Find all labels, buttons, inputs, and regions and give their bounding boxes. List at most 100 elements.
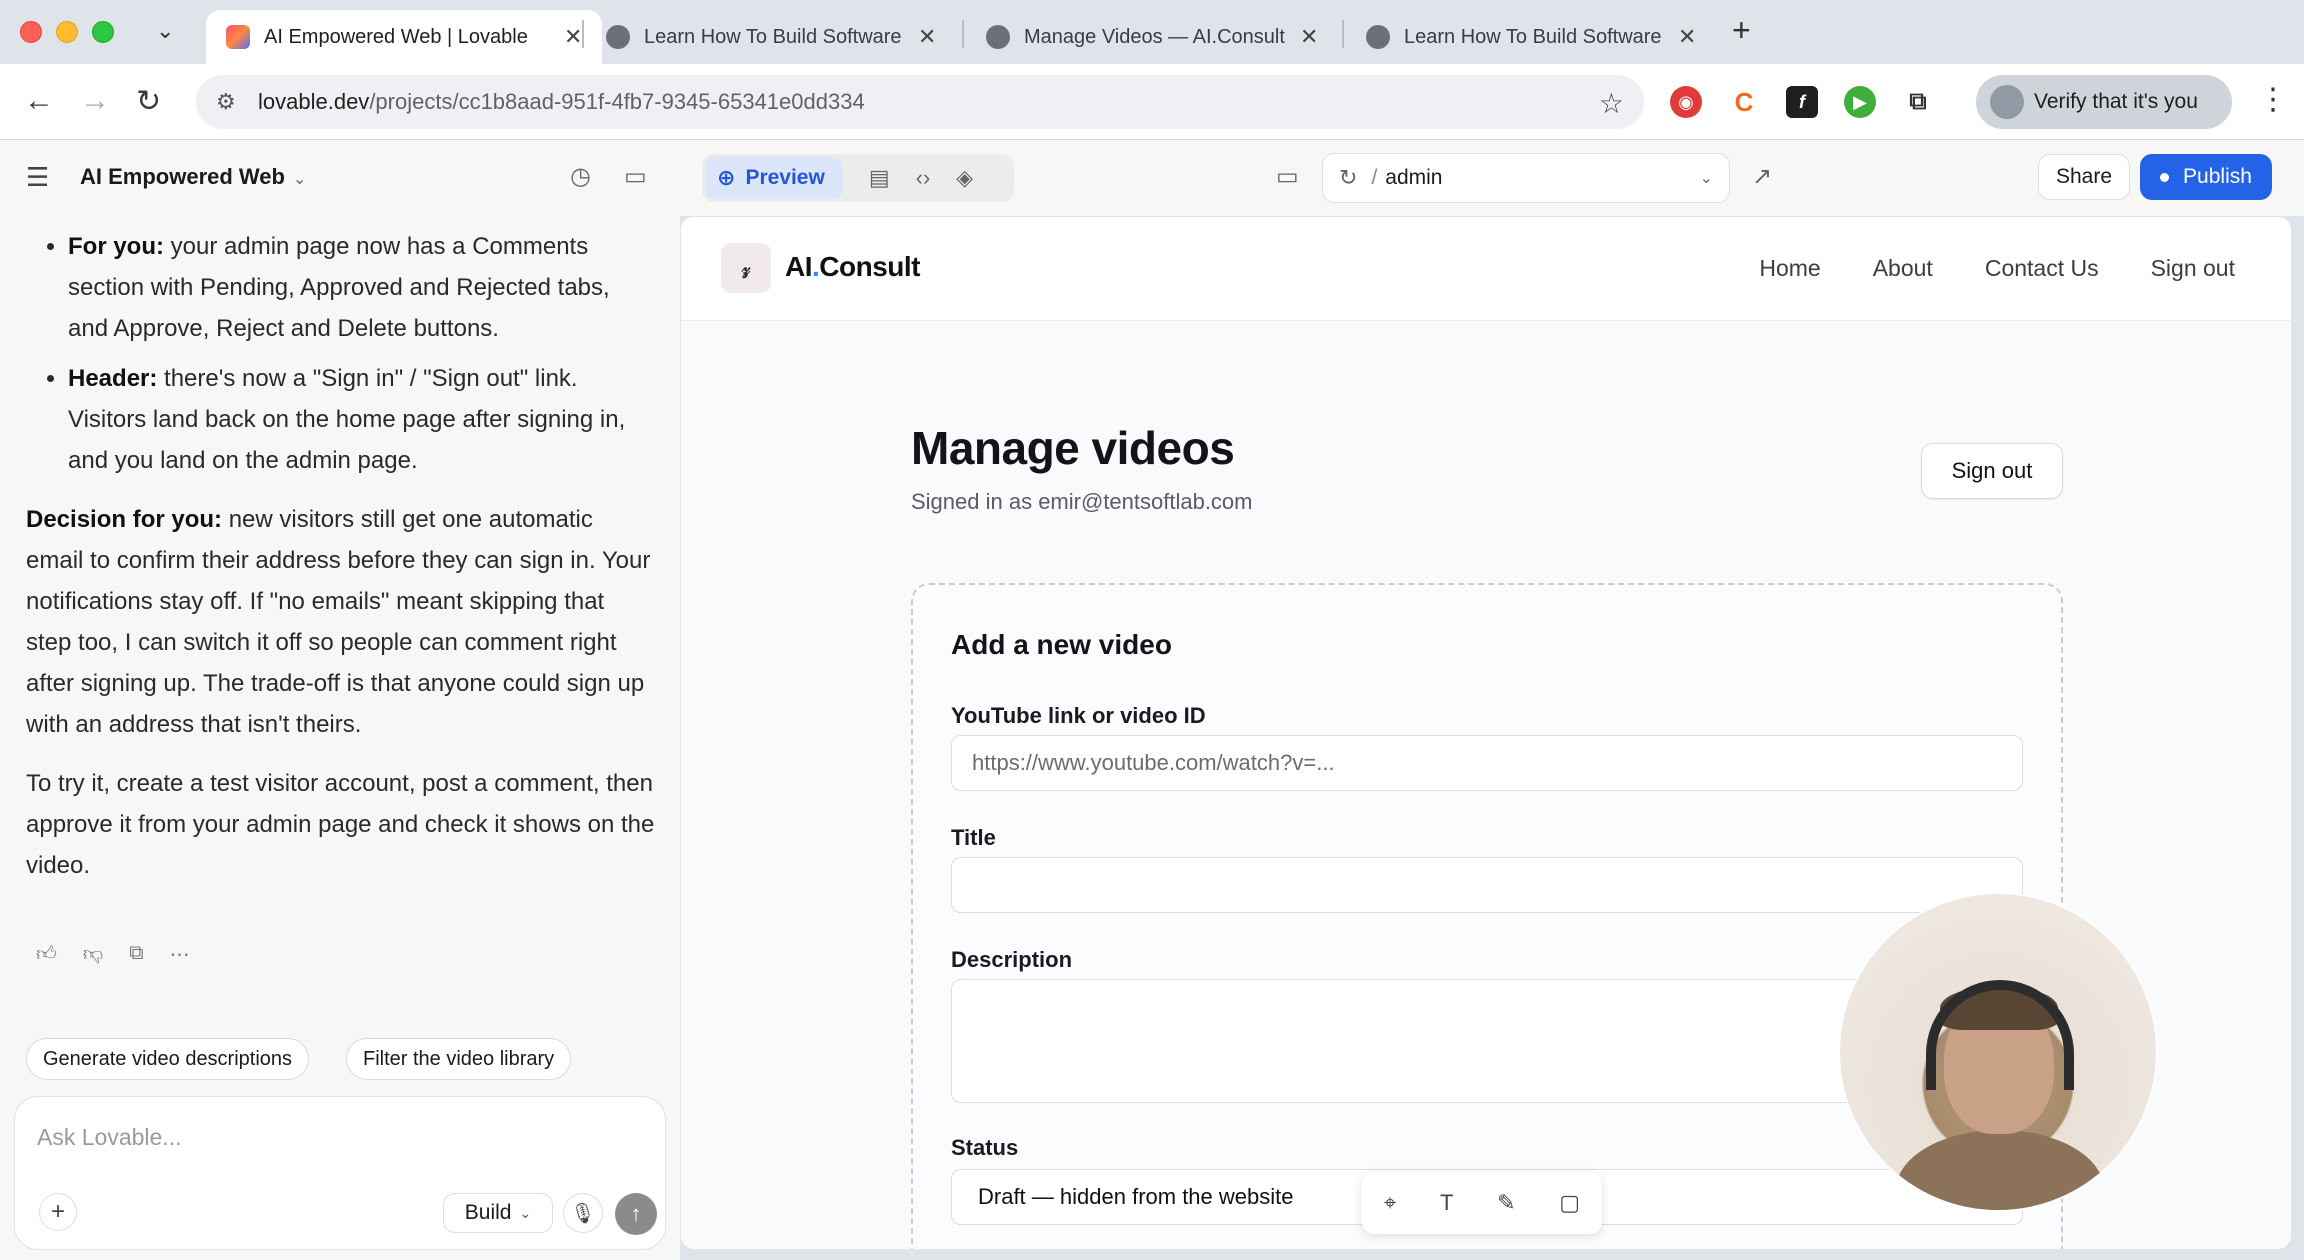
project-switcher[interactable]: AI Empowered Web ⌄ [80,164,306,190]
window-zoom-button[interactable] [92,21,114,43]
copy-icon[interactable]: ⧉ [129,942,143,967]
page-title: Manage videos [911,422,1235,474]
extension-c-icon[interactable]: C [1728,86,1760,118]
nav-home-link[interactable]: Home [1759,255,1820,282]
more-icon[interactable]: ⋯ [170,942,190,967]
comment-icon[interactable]: ▢ [1559,1190,1580,1216]
card-title: Add a new video [951,629,1172,660]
new-tab-plus-icon[interactable]: + [1732,12,1751,49]
refresh-icon[interactable]: ↻ [1339,165,1357,191]
mode-select[interactable]: Build ⌄ [443,1193,553,1233]
chat-input[interactable] [37,1119,637,1155]
site-nav: Home About Contact Us Sign out [1759,255,2235,282]
thumbs-down-icon[interactable]: 👎︎ [83,942,103,967]
bookmark-star-icon[interactable]: ☆ [1599,87,1624,120]
tab-search-chevron-icon[interactable]: ⌄ [156,18,174,44]
extension-play-icon[interactable]: ▶ [1844,86,1876,118]
tab-title: Learn How To Build Software [644,25,902,48]
suggestion-chip[interactable]: Generate video descriptions [26,1038,310,1080]
youtube-label: YouTube link or video ID [951,703,1206,728]
publish-button[interactable]: Publish [2140,154,2272,200]
window-minimize-button[interactable] [56,21,78,43]
list-item: Header: there's now a "Sign in" / "Sign … [68,358,656,481]
site-settings-icon[interactable]: ⚙ [216,89,246,115]
suggestion-chip[interactable]: Filter the video library [346,1038,572,1080]
thumbs-up-icon[interactable]: 👍︎ [36,942,57,967]
tab-preview[interactable]: ⊕ Preview [705,157,843,199]
browser-tab-4[interactable]: Learn How To Build Software ✕ [1346,10,1716,64]
project-name: AI Empowered Web [80,164,285,189]
sign-out-button[interactable]: Sign out [1921,443,2063,499]
signed-in-text: Signed in as emir@tentsoftlab.com [911,489,1253,514]
route-path: admin [1385,166,1443,189]
text-tool-icon[interactable]: T [1440,1190,1453,1216]
view-mode-switcher: ⊕ Preview ▤ ‹› ◈ [702,154,1014,202]
visual-edit-toolbar: ⌖ T ✎ ▢ [1362,1172,1602,1234]
webcam-person-body [1896,1130,2104,1210]
browser-menu-icon[interactable]: ⋮ [2258,82,2288,117]
file-icon[interactable]: ▤ [869,165,890,191]
profile-verify-button[interactable]: Verify that it's you [1976,75,2232,129]
tab-close-icon[interactable]: ✕ [1678,24,1696,50]
globe-icon [986,25,1010,49]
assistant-message: For you: your admin page now has a Comme… [26,226,656,886]
status-label: Status [951,1135,1019,1160]
title-input[interactable] [951,857,2023,913]
chevron-down-icon: ⌄ [1699,170,1713,187]
attach-plus-icon[interactable]: + [39,1193,77,1231]
decision-paragraph: Decision for you: new visitors still get… [26,506,651,738]
tab-close-icon[interactable]: ✕ [564,24,582,50]
nav-contact-link[interactable]: Contact Us [1985,255,2099,282]
title-label: Title [951,825,996,850]
tab-divider [582,20,584,48]
history-icon[interactable]: ◷ [570,162,591,191]
layers-icon[interactable]: ◈ [956,165,973,191]
desktop-view-icon[interactable]: ▭ [1276,162,1299,191]
reload-icon[interactable]: ↻ [136,84,161,119]
browser-tab-1[interactable]: AI Empowered Web | Lovable ✕ [206,10,603,64]
tab-title: Learn How To Build Software [1404,25,1662,48]
tab-title: AI Empowered Web | Lovable [264,25,528,48]
chat-panel: For you: your admin page now has a Comme… [0,216,680,1260]
code-icon[interactable]: ‹› [916,165,931,191]
open-external-icon[interactable]: ↗ [1752,162,1772,191]
tab-title: Manage Videos — AI.Consult [1024,25,1285,48]
tab-close-icon[interactable]: ✕ [1300,24,1318,50]
select-element-icon[interactable]: ⌖ [1384,1190,1396,1216]
site-brand[interactable]: AI.Consult [785,251,920,283]
chat-composer: + Build⌄ 🎙︎ ↑ [14,1096,666,1250]
pencil-icon[interactable]: ✎ [1497,1190,1515,1216]
forward-arrow-icon[interactable]: → [80,84,110,118]
browser-toolbar: ← → ↻ ⚙ lovable.dev/projects/cc1b8aad-95… [0,64,2304,140]
url-text: lovable.dev/projects/cc1b8aad-951f-4fb7-… [258,89,865,114]
window-close-button[interactable] [20,21,42,43]
microphone-icon[interactable]: 🎙︎ [563,1193,603,1233]
sidebar-toggle-icon[interactable]: ▭ [624,162,647,191]
extension-red-eye-icon[interactable]: ◉ [1670,86,1702,118]
tab-divider [1342,20,1344,48]
nav-signout-link[interactable]: Sign out [2151,255,2235,282]
globe-icon: ⊕ [717,165,736,190]
route-selector[interactable]: ↻ / admin ⌄ [1322,153,1730,203]
browser-tab-3[interactable]: Manage Videos — AI.Consult ✕ [966,10,1338,64]
site-header: 𝓏 AI.Consult Home About Contact Us Sign … [681,217,2291,321]
youtube-input[interactable]: https://www.youtube.com/watch?v=... [951,735,2023,791]
address-bar[interactable]: ⚙ lovable.dev/projects/cc1b8aad-951f-4fb… [196,75,1644,129]
nav-about-link[interactable]: About [1873,255,1933,282]
site-logo-icon[interactable]: 𝓏 [721,243,771,293]
menu-icon[interactable]: ☰ [26,162,49,193]
extension-f-icon[interactable]: f [1786,86,1818,118]
tab-divider [962,20,964,48]
avatar [1990,85,2024,119]
send-arrow-icon[interactable]: ↑ [615,1193,657,1235]
tab-close-icon[interactable]: ✕ [918,24,936,50]
back-arrow-icon[interactable]: ← [24,84,54,118]
chevron-down-icon: ⌄ [292,171,307,188]
share-button[interactable]: Share [2038,154,2130,200]
extensions-puzzle-icon[interactable]: ⧉ [1902,86,1934,118]
browser-tab-2[interactable]: Learn How To Build Software ✕ [586,10,956,64]
webcam-overlay [1838,892,2158,1212]
chevron-down-icon: ⌄ [519,1204,532,1221]
globe-icon [606,25,630,49]
list-item: For you: your admin page now has a Comme… [68,226,656,349]
